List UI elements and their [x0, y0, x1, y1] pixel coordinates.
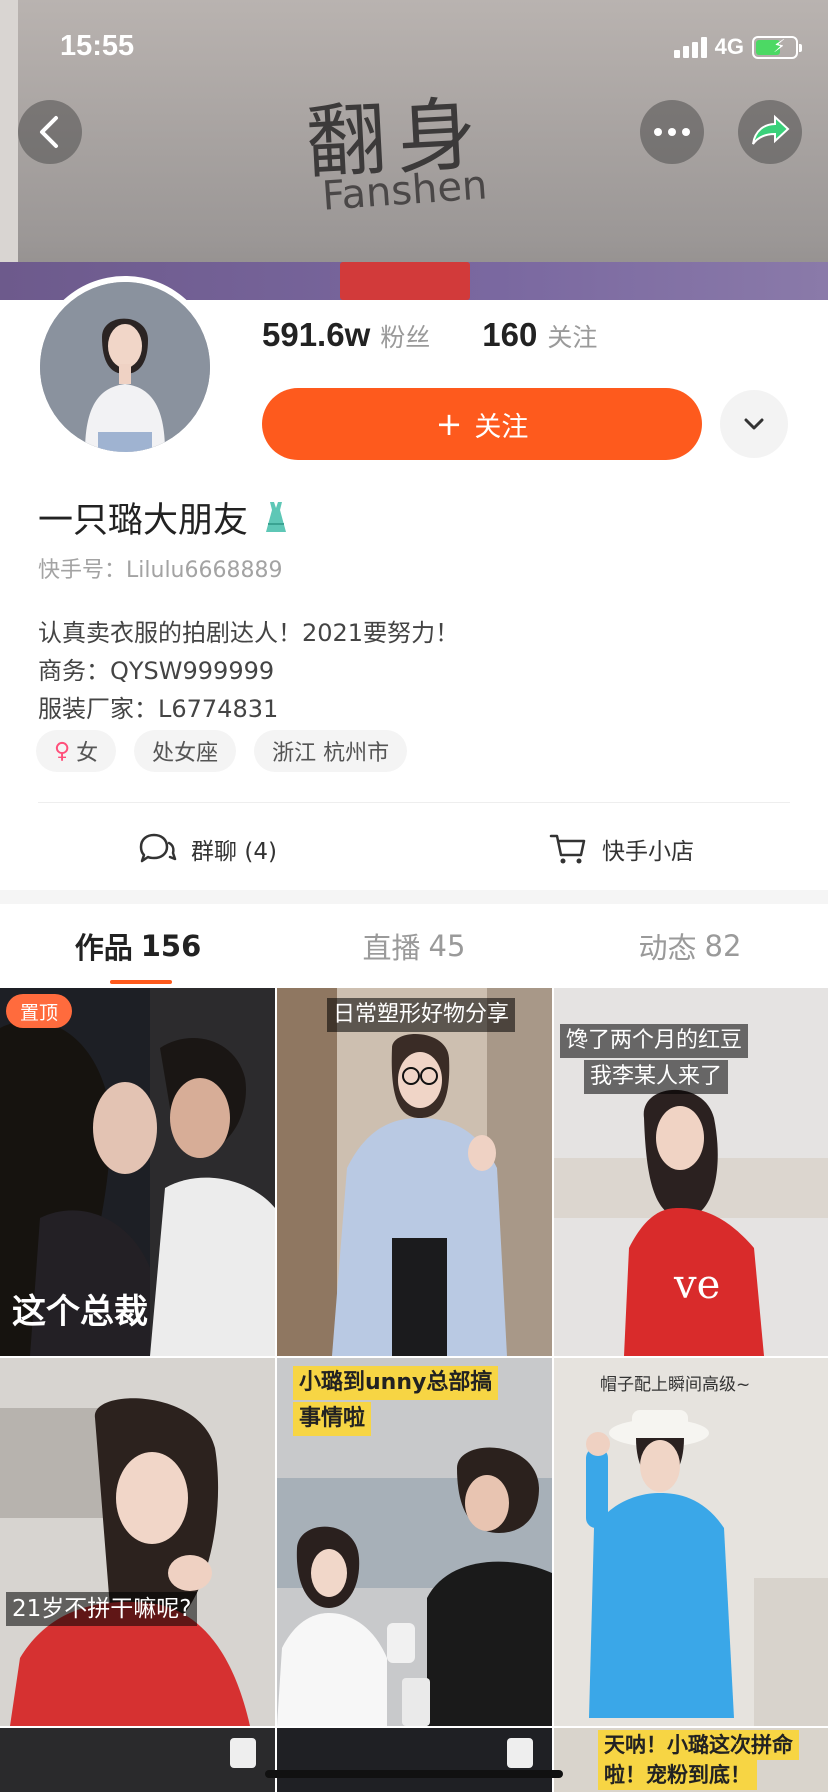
video-thumbnail[interactable]: 帽子配上瞬间高级~: [554, 1358, 828, 1726]
cover-wall: [0, 0, 18, 300]
tab-moments[interactable]: 动态 82: [552, 904, 828, 988]
cover-red-block: [340, 262, 470, 300]
video-caption: 我李某人来了: [584, 1060, 729, 1094]
dress-emoji-icon: [266, 501, 287, 532]
gender-tag: ♀ 女: [36, 730, 117, 772]
zodiac-tag-label: 处女座: [152, 741, 219, 766]
svg-text:ve: ve: [673, 1262, 720, 1308]
video-caption: 小璐到unny总部搞: [293, 1366, 499, 1400]
gender-tag-label: 女: [76, 741, 99, 766]
zodiac-tag: 处女座: [134, 730, 237, 772]
content-tabs: 作品 156 直播 45 动态 82: [0, 904, 828, 988]
home-indicator[interactable]: [265, 1770, 563, 1778]
tab-moments-label: 动态: [638, 931, 697, 965]
video-thumbnail[interactable]: 天呐！小璐这次拼命 啦！宠粉到底！: [554, 1728, 828, 1792]
battery-icon: ⚡: [752, 35, 802, 59]
tab-live-count: 45: [428, 929, 466, 963]
back-button[interactable]: [18, 100, 82, 164]
group-chat-label: 群聊 (4): [191, 839, 277, 865]
status-indicators: 4G ⚡: [673, 34, 802, 60]
video-thumbnail[interactable]: ve 馋了两个月的红豆 我李某人来了: [554, 988, 828, 1356]
chat-bubbles-icon: [139, 833, 177, 863]
video-caption: 日常塑形好物分享: [327, 998, 516, 1032]
followers-count: 591.6w: [262, 316, 371, 353]
video-thumbnail[interactable]: 小璐到unny总部搞 事情啦: [277, 1358, 552, 1726]
share-arrow-icon: [752, 114, 790, 145]
location-tag-label: 浙江 杭州市: [272, 741, 390, 766]
profile-stats: 591.6w 粉丝 160 关注: [262, 316, 597, 354]
video-thumbnail[interactable]: [0, 1728, 275, 1792]
followers-label: 粉丝: [380, 323, 431, 352]
video-thumbnail[interactable]: 日常塑形好物分享: [277, 988, 552, 1356]
followers-stat[interactable]: 591.6w 粉丝: [262, 316, 430, 354]
video-thumbnail[interactable]: 置顶 这个总裁: [0, 988, 275, 1356]
video-caption: 事情啦: [293, 1402, 372, 1436]
profile-bio: 认真卖衣服的拍剧达人！2021要努力！ 商务：QYSW999999 服装厂家：L…: [38, 614, 459, 728]
network-type: 4G: [714, 34, 744, 59]
video-caption: 21岁不拼干嘛呢?: [6, 1592, 198, 1626]
profile-nickname-row: 一只璐大朋友: [38, 492, 296, 543]
tab-live[interactable]: 直播 45: [276, 904, 552, 988]
shop-label: 快手小店: [602, 839, 694, 865]
avatar-frame[interactable]: [34, 276, 216, 458]
location-tag: 浙江 杭州市: [254, 730, 408, 772]
follow-button-label: 关注: [474, 411, 529, 443]
follow-button[interactable]: + 关注: [262, 388, 702, 460]
section-gap: [0, 890, 828, 904]
avatar: [40, 282, 210, 452]
bio-line: 商务：QYSW999999: [38, 657, 275, 685]
female-symbol-icon: ♀: [54, 738, 71, 764]
share-button[interactable]: [738, 100, 802, 164]
tab-works[interactable]: 作品 156: [0, 904, 276, 988]
plus-icon: +: [435, 405, 463, 443]
profile-card: 591.6w 粉丝 160 关注 + 关注 一只璐大朋友 快手号：Lilulu666…: [0, 276, 828, 892]
chevron-down-icon: [744, 418, 764, 430]
user-id[interactable]: 快手号：Lilulu6668889: [38, 552, 282, 584]
following-stat[interactable]: 160 关注: [482, 316, 597, 354]
video-caption: 帽子配上瞬间高级~: [600, 1375, 751, 1395]
cellular-signal-icon: [673, 36, 707, 58]
more-button[interactable]: [640, 100, 704, 164]
tab-works-label: 作品: [74, 931, 133, 965]
status-time: 15:55: [60, 30, 135, 62]
bio-line: 服装厂家：L6774831: [38, 695, 279, 723]
video-caption: 馋了两个月的红豆: [560, 1024, 749, 1058]
shopping-cart-icon: [549, 834, 586, 864]
tab-live-label: 直播: [362, 931, 421, 965]
nickname: 一只璐大朋友: [38, 501, 249, 541]
user-id-value: Lilulu6668889: [126, 558, 283, 583]
video-caption: 啦！宠粉到底！: [598, 1760, 757, 1790]
following-count: 160: [482, 316, 538, 353]
user-id-label: 快手号：: [38, 558, 127, 583]
pinned-badge: 置顶: [6, 994, 73, 1028]
video-grid: 置顶 这个总裁 日常塑形好物分享 ve 馋了两个月的红豆 我李某人来了 21岁不…: [0, 988, 828, 1792]
following-label: 关注: [547, 323, 598, 352]
divider: [38, 802, 790, 803]
recommend-dropdown-button[interactable]: [720, 390, 788, 458]
shop-button[interactable]: 快手小店: [414, 812, 828, 886]
group-chat-button[interactable]: 群聊 (4): [0, 812, 414, 886]
profile-tags: ♀ 女 处女座 浙江 杭州市: [36, 730, 408, 772]
bio-line: 认真卖衣服的拍剧达人！2021要努力！: [38, 619, 460, 647]
chevron-left-icon: [40, 116, 58, 148]
video-thumbnail[interactable]: [277, 1728, 552, 1792]
tab-moments-count: 82: [704, 929, 742, 963]
tab-works-count: 156: [140, 929, 202, 963]
video-thumbnail[interactable]: 21岁不拼干嘛呢?: [0, 1358, 275, 1726]
active-tab-indicator: [110, 980, 172, 984]
more-dots-icon: [654, 128, 690, 136]
video-caption: 天呐！小璐这次拼命: [598, 1730, 799, 1760]
profile-actions: 群聊 (4) 快手小店: [0, 812, 828, 886]
video-caption: 这个总裁: [12, 1292, 148, 1332]
